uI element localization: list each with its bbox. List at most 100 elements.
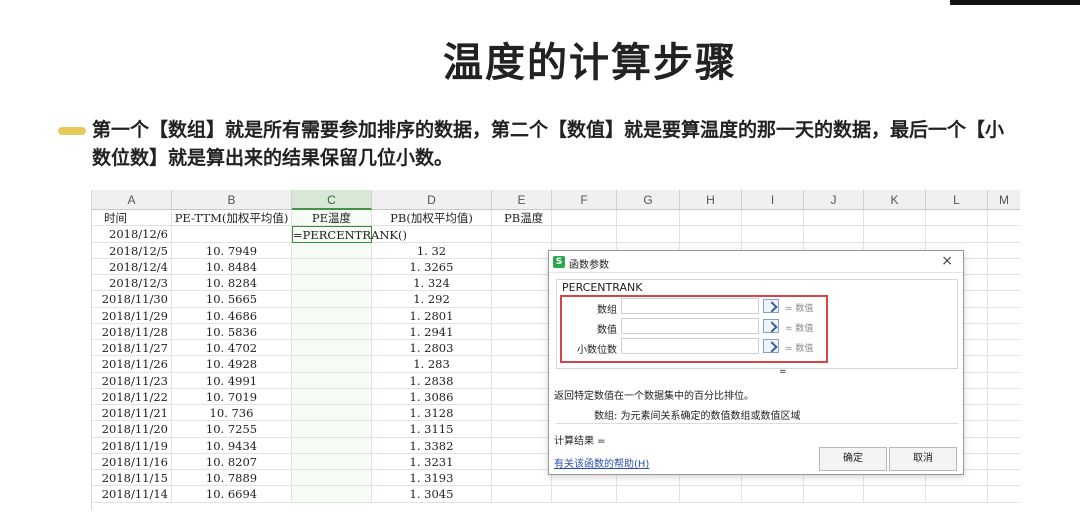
pe-temp-cell[interactable] bbox=[292, 275, 372, 292]
pe-cell[interactable] bbox=[172, 226, 292, 243]
cell[interactable] bbox=[988, 308, 1020, 324]
cell[interactable] bbox=[988, 259, 1020, 275]
pe-cell[interactable]: 10. 5665 bbox=[172, 291, 292, 308]
date-cell[interactable]: 2018/11/28 bbox=[92, 323, 172, 340]
column-header-j[interactable]: J bbox=[804, 190, 864, 210]
header-cell[interactable]: PE-TTM(加权平均值) bbox=[172, 210, 292, 227]
cell[interactable] bbox=[492, 242, 552, 259]
column-header-b[interactable]: B bbox=[172, 190, 292, 210]
pe-cell[interactable]: 10. 8207 bbox=[172, 453, 292, 470]
date-cell[interactable]: 2018/11/15 bbox=[92, 470, 172, 487]
cell[interactable] bbox=[864, 226, 926, 243]
cell[interactable] bbox=[492, 453, 552, 470]
cell[interactable] bbox=[492, 405, 552, 422]
pb-cell[interactable]: 1. 3382 bbox=[372, 437, 492, 454]
ok-button[interactable]: 确定 bbox=[819, 447, 887, 471]
cell[interactable] bbox=[926, 226, 988, 243]
pb-cell[interactable]: 1. 3115 bbox=[372, 421, 492, 438]
date-cell[interactable]: 2018/12/3 bbox=[92, 275, 172, 292]
cell[interactable] bbox=[680, 486, 742, 503]
column-header-h[interactable]: H bbox=[680, 190, 742, 210]
date-cell[interactable]: 2018/11/26 bbox=[92, 356, 172, 373]
column-header-k[interactable]: K bbox=[864, 190, 926, 210]
pe-cell[interactable]: 10. 4686 bbox=[172, 307, 292, 324]
pb-cell[interactable]: 1. 324 bbox=[372, 275, 492, 292]
cell[interactable] bbox=[864, 210, 926, 227]
header-cell[interactable]: PE温度 bbox=[292, 210, 372, 227]
cell[interactable] bbox=[492, 356, 552, 373]
cell[interactable] bbox=[804, 486, 864, 503]
cell[interactable] bbox=[988, 324, 1020, 340]
dialog-titlebar[interactable]: S 函数参数 × bbox=[549, 251, 963, 273]
cell[interactable] bbox=[804, 210, 864, 227]
cell[interactable] bbox=[988, 486, 1020, 503]
pb-cell[interactable]: 1. 3193 bbox=[372, 470, 492, 487]
cell[interactable] bbox=[988, 405, 1020, 422]
cell[interactable] bbox=[617, 486, 680, 503]
pe-cell[interactable]: 10. 4702 bbox=[172, 340, 292, 357]
cell[interactable] bbox=[988, 226, 1020, 243]
help-link[interactable]: 有关该函数的帮助(H) bbox=[554, 455, 649, 470]
pe-temp-cell[interactable] bbox=[292, 470, 372, 487]
pe-temp-cell[interactable] bbox=[292, 258, 372, 275]
pb-cell[interactable]: 1. 283 bbox=[372, 356, 492, 373]
cell[interactable] bbox=[492, 291, 552, 308]
date-cell[interactable]: 2018/11/27 bbox=[92, 340, 172, 357]
pb-cell[interactable]: 1. 3265 bbox=[372, 258, 492, 275]
pe-cell[interactable]: 10. 6694 bbox=[172, 486, 292, 503]
cell[interactable] bbox=[988, 438, 1020, 454]
column-header-f[interactable]: F bbox=[552, 190, 617, 210]
pe-temp-cell[interactable] bbox=[292, 453, 372, 470]
pe-temp-cell[interactable] bbox=[292, 242, 372, 259]
cell[interactable] bbox=[680, 210, 742, 227]
array-ref-button[interactable] bbox=[763, 299, 779, 313]
column-header-g[interactable]: G bbox=[617, 190, 680, 210]
cell[interactable] bbox=[742, 226, 804, 243]
pb-cell[interactable] bbox=[372, 226, 492, 243]
pe-cell[interactable]: 10. 7255 bbox=[172, 421, 292, 438]
pb-cell[interactable]: 1. 32 bbox=[372, 242, 492, 259]
pe-cell[interactable]: 10. 5836 bbox=[172, 323, 292, 340]
pe-cell[interactable]: 10. 7019 bbox=[172, 388, 292, 405]
date-cell[interactable]: 2018/11/23 bbox=[92, 372, 172, 389]
pe-temp-cell[interactable] bbox=[292, 291, 372, 308]
cell[interactable] bbox=[617, 226, 680, 243]
cell[interactable] bbox=[492, 307, 552, 324]
column-header-e[interactable]: E bbox=[492, 190, 552, 210]
pe-temp-cell[interactable] bbox=[292, 486, 372, 503]
cell[interactable] bbox=[742, 210, 804, 227]
header-cell[interactable]: 时间 bbox=[92, 210, 172, 227]
cell[interactable] bbox=[988, 470, 1020, 487]
pb-cell[interactable]: 1. 2801 bbox=[372, 307, 492, 324]
cell[interactable] bbox=[988, 340, 1020, 357]
cell[interactable] bbox=[864, 486, 926, 503]
pe-temp-cell[interactable] bbox=[292, 340, 372, 357]
pe-cell[interactable]: 10. 8284 bbox=[172, 275, 292, 292]
pb-cell[interactable]: 1. 3231 bbox=[372, 453, 492, 470]
column-header-d[interactable]: D bbox=[372, 190, 492, 210]
column-header-l[interactable]: L bbox=[926, 190, 988, 210]
cell[interactable] bbox=[552, 486, 617, 503]
pe-cell[interactable]: 10. 4928 bbox=[172, 356, 292, 373]
date-cell[interactable]: 2018/11/14 bbox=[92, 486, 172, 503]
cancel-button[interactable]: 取消 bbox=[889, 447, 957, 471]
value-ref-button[interactable] bbox=[763, 319, 779, 333]
cell[interactable] bbox=[742, 486, 804, 503]
date-cell[interactable]: 2018/12/6 bbox=[92, 226, 172, 243]
cell[interactable] bbox=[492, 323, 552, 340]
cell[interactable] bbox=[926, 210, 988, 227]
pe-temp-cell[interactable] bbox=[292, 437, 372, 454]
date-cell[interactable]: 2018/12/4 bbox=[92, 258, 172, 275]
date-cell[interactable]: 2018/12/5 bbox=[92, 242, 172, 259]
pe-cell[interactable]: 10. 7889 bbox=[172, 470, 292, 487]
date-cell[interactable]: 2018/11/22 bbox=[92, 388, 172, 405]
pb-cell[interactable]: 1. 2941 bbox=[372, 323, 492, 340]
cell[interactable] bbox=[988, 454, 1020, 470]
column-header-c[interactable]: C bbox=[292, 190, 372, 210]
column-header-i[interactable]: I bbox=[742, 190, 804, 210]
date-cell[interactable]: 2018/11/30 bbox=[92, 291, 172, 308]
pe-cell[interactable]: 10. 9434 bbox=[172, 437, 292, 454]
column-header-m[interactable]: M bbox=[988, 190, 1020, 210]
pb-cell[interactable]: 1. 2803 bbox=[372, 340, 492, 357]
cell[interactable] bbox=[988, 389, 1020, 405]
